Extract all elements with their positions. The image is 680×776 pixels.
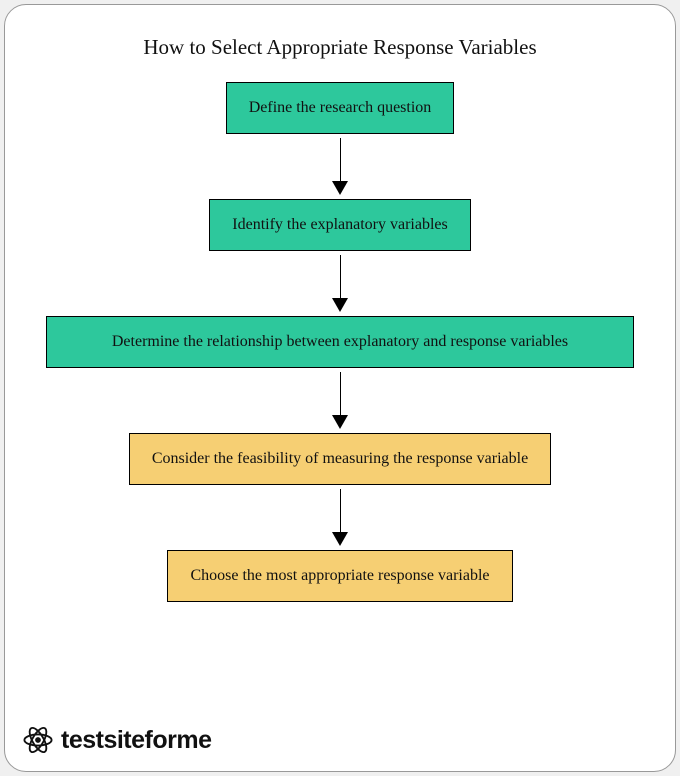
arrow-4	[332, 489, 348, 546]
arrow-line	[340, 372, 341, 416]
diagram-title: How to Select Appropriate Response Varia…	[143, 35, 536, 60]
arrow-down-icon	[332, 181, 348, 195]
step-5-label: Choose the most appropriate response var…	[190, 567, 489, 584]
arrow-down-icon	[332, 415, 348, 429]
arrow-down-icon	[332, 298, 348, 312]
step-3: Determine the relationship between expla…	[46, 316, 634, 368]
arrow-line	[340, 138, 341, 182]
arrow-1	[332, 138, 348, 195]
step-5: Choose the most appropriate response var…	[167, 550, 512, 602]
site-logo: testsiteforme	[21, 723, 212, 757]
arrow-line	[340, 489, 341, 533]
arrow-down-icon	[332, 532, 348, 546]
logo-text: testsiteforme	[61, 726, 212, 755]
step-1: Define the research question	[226, 82, 455, 134]
arrow-3	[332, 372, 348, 429]
diagram-card: How to Select Appropriate Response Varia…	[4, 4, 676, 772]
atom-icon	[21, 723, 55, 757]
step-1-label: Define the research question	[249, 99, 432, 116]
step-4: Consider the feasibility of measuring th…	[129, 433, 551, 485]
step-2-label: Identify the explanatory variables	[232, 216, 447, 233]
arrow-2	[332, 255, 348, 312]
flowchart: Define the research question Identify th…	[25, 82, 655, 602]
step-4-label: Consider the feasibility of measuring th…	[152, 450, 528, 467]
step-2: Identify the explanatory variables	[209, 199, 470, 251]
arrow-line	[340, 255, 341, 299]
step-3-label: Determine the relationship between expla…	[112, 333, 568, 350]
